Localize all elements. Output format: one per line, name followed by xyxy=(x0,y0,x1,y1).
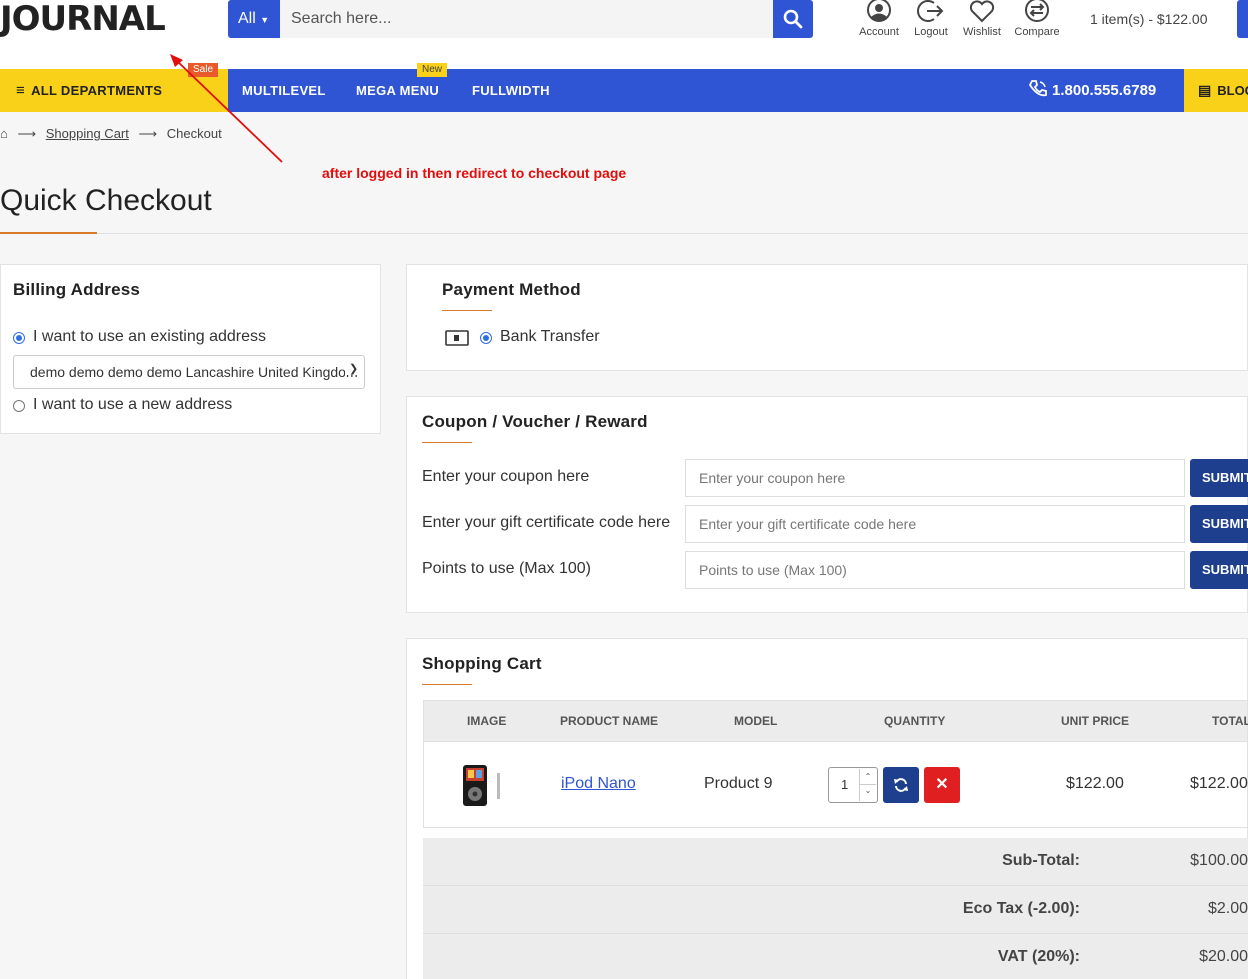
blog-label: BLOG xyxy=(1217,83,1248,98)
cart-summary[interactable]: 1 item(s) - $122.00 xyxy=(1090,11,1208,27)
search-input[interactable] xyxy=(280,0,773,38)
refresh-icon xyxy=(894,778,908,792)
column-header-total: TOTAL xyxy=(1212,714,1248,728)
phone-number: 1.800.555.6789 xyxy=(1052,82,1157,99)
quantity-value: 1 xyxy=(841,777,849,792)
column-header-model: MODEL xyxy=(734,714,778,728)
annotation-arrow-icon xyxy=(170,54,283,163)
logout-icon xyxy=(917,0,944,22)
caret-down-icon: ▼ xyxy=(260,15,270,25)
page-title: Quick Checkout xyxy=(0,184,212,217)
wishlist-icon xyxy=(969,0,995,23)
new-address-label[interactable]: I want to use a new address xyxy=(33,396,232,414)
title-accent xyxy=(442,310,492,311)
bank-transfer-icon xyxy=(445,330,469,346)
eco-tax-row: Eco Tax (-2.00): $2.00 xyxy=(423,886,1248,934)
eco-tax-label: Eco Tax (-2.00): xyxy=(962,900,1080,917)
chevron-up-icon[interactable]: ⌃ xyxy=(860,769,876,785)
coupon-label: Enter your coupon here xyxy=(422,468,590,485)
arrow-right-icon: ⟶ xyxy=(138,126,158,141)
annotation-note: after logged in then redirect to checkou… xyxy=(322,165,627,181)
new-badge: New xyxy=(417,63,448,77)
account-link[interactable]: Account xyxy=(849,0,909,38)
existing-address-label[interactable]: I want to use an existing address xyxy=(33,328,266,346)
quantity-stepper[interactable]: ⌃ ⌄ xyxy=(859,769,876,801)
billing-address-title: Billing Address xyxy=(13,280,141,299)
subtotal-label: Sub-Total: xyxy=(1002,852,1080,869)
gift-certificate-input[interactable] xyxy=(685,505,1185,543)
compare-icon xyxy=(1025,0,1049,22)
wishlist-label: Wishlist xyxy=(963,26,1001,38)
blog-button[interactable]: ▤ BLOG xyxy=(1184,69,1248,112)
column-header-image: IMAGE xyxy=(467,714,507,728)
vat-row: VAT (20%): $20.00 xyxy=(423,934,1248,979)
account-icon xyxy=(867,0,891,22)
nav-item-fullwidth[interactable]: FULLWIDTH xyxy=(472,69,550,112)
gift-certificate-label: Enter your gift certificate code here xyxy=(422,514,671,531)
cart-button[interactable] xyxy=(1237,0,1248,38)
unit-price: $122.00 xyxy=(1066,775,1124,792)
logo[interactable]: JOURNAL xyxy=(0,0,166,38)
chevron-down-icon: ❯ xyxy=(345,362,359,375)
bank-transfer-radio[interactable] xyxy=(480,332,492,344)
subtotal-row: Sub-Total: $100.00 xyxy=(423,838,1248,886)
new-address-radio[interactable] xyxy=(13,400,25,412)
column-header-unit-price: UNIT PRICE xyxy=(1061,714,1130,728)
existing-address-radio[interactable] xyxy=(13,332,25,344)
search-category-label: All xyxy=(238,10,256,27)
phone-icon xyxy=(1028,80,1047,97)
reward-points-input[interactable] xyxy=(685,551,1185,589)
address-select[interactable]: demo demo demo demo Lancashire United Ki… xyxy=(13,355,365,389)
address-select-value: demo demo demo demo Lancashire United Ki… xyxy=(30,364,358,380)
close-icon: ✕ xyxy=(935,776,949,793)
title-accent xyxy=(422,442,472,443)
phone-link[interactable]: 1.800.555.6789 xyxy=(1028,69,1156,112)
wishlist-link[interactable]: Wishlist xyxy=(952,0,1012,38)
reward-points-submit-button[interactable]: SUBMIT xyxy=(1190,551,1248,589)
title-divider xyxy=(0,233,1248,234)
search-icon xyxy=(783,9,803,29)
vat-value: $20.00 xyxy=(1199,948,1248,965)
product-model: Product 9 xyxy=(704,775,773,792)
logout-label: Logout xyxy=(914,26,948,38)
vat-label: VAT (20%): xyxy=(997,948,1080,965)
gift-certificate-submit-button[interactable]: SUBMIT xyxy=(1190,505,1248,543)
column-header-product-name: PRODUCT NAME xyxy=(560,714,658,728)
chat-icon: ▤ xyxy=(1198,82,1212,98)
payment-method-title: Payment Method xyxy=(442,280,581,299)
compare-label: Compare xyxy=(1014,26,1060,38)
bank-transfer-label[interactable]: Bank Transfer xyxy=(500,328,600,346)
account-label: Account xyxy=(859,26,899,38)
home-icon[interactable]: ⌂ xyxy=(0,126,8,141)
reward-points-label: Points to use (Max 100) xyxy=(422,560,591,577)
coupon-submit-button[interactable]: SUBMIT xyxy=(1190,459,1248,497)
menu-icon: ≡ xyxy=(16,82,26,99)
arrow-right-icon: ⟶ xyxy=(17,126,37,141)
search-category-select[interactable]: All ▼ xyxy=(228,0,280,38)
search-button[interactable] xyxy=(773,0,813,38)
all-departments-label: ALL DEPARTMENTS xyxy=(31,83,163,98)
product-name-link[interactable]: iPod Nano xyxy=(561,775,636,793)
chevron-down-icon[interactable]: ⌄ xyxy=(860,785,876,800)
update-quantity-button[interactable] xyxy=(883,767,919,803)
title-accent xyxy=(422,684,472,685)
compare-link[interactable]: Compare xyxy=(1007,0,1067,38)
remove-item-button[interactable]: ✕ xyxy=(924,767,960,803)
coupon-title: Coupon / Voucher / Reward xyxy=(422,412,648,431)
product-thumbnail[interactable] xyxy=(461,763,507,809)
title-accent xyxy=(0,232,97,234)
subtotal-value: $100.00 xyxy=(1190,852,1248,869)
coupon-input[interactable] xyxy=(685,459,1185,497)
column-header-quantity: QUANTITY xyxy=(884,714,946,728)
breadcrumb-shopping-cart[interactable]: Shopping Cart xyxy=(46,126,129,141)
eco-tax-value: $2.00 xyxy=(1207,900,1248,917)
shopping-cart-title: Shopping Cart xyxy=(422,654,542,673)
line-total: $122.00 xyxy=(1190,775,1248,792)
